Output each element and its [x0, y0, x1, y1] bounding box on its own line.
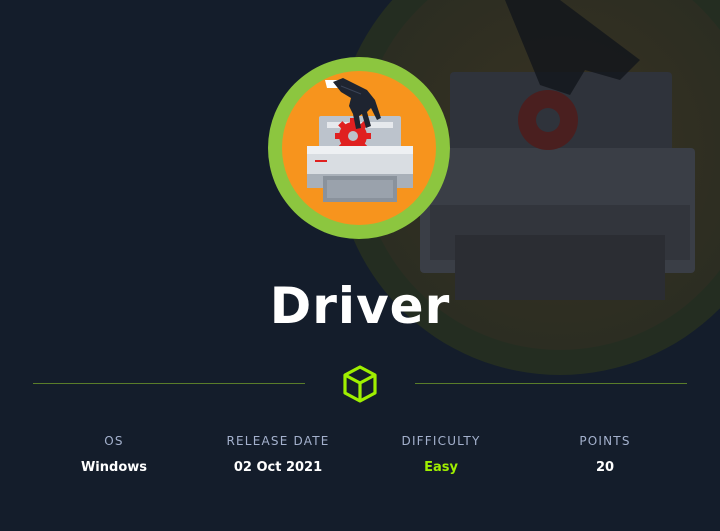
stat-difficulty: DIFFICULTY Easy [361, 432, 521, 476]
stat-label: RELEASE DATE [226, 434, 330, 448]
stat-value: 02 Oct 2021 [233, 460, 323, 475]
machine-card: Driver OS Windows RELEASE DATE 02 Oct 20… [0, 0, 720, 531]
cube-icon [343, 365, 377, 403]
machine-logo [268, 57, 450, 239]
divider-left [33, 383, 305, 384]
stat-os: OS Windows [34, 432, 194, 476]
stat-points: POINTS 20 [525, 432, 685, 476]
machine-name: Driver [269, 277, 451, 335]
machine-stats: OS Windows RELEASE DATE 02 Oct 2021 DIFF… [0, 432, 720, 492]
stat-label: POINTS [579, 434, 631, 448]
stat-release-date: RELEASE DATE 02 Oct 2021 [198, 432, 358, 476]
divider-right [415, 383, 687, 384]
stat-label: DIFFICULTY [401, 434, 481, 448]
difficulty-badge: Easy [424, 460, 458, 475]
stat-label: OS [104, 434, 124, 448]
stat-value: Windows [80, 460, 148, 475]
stat-value: 20 [595, 460, 615, 475]
